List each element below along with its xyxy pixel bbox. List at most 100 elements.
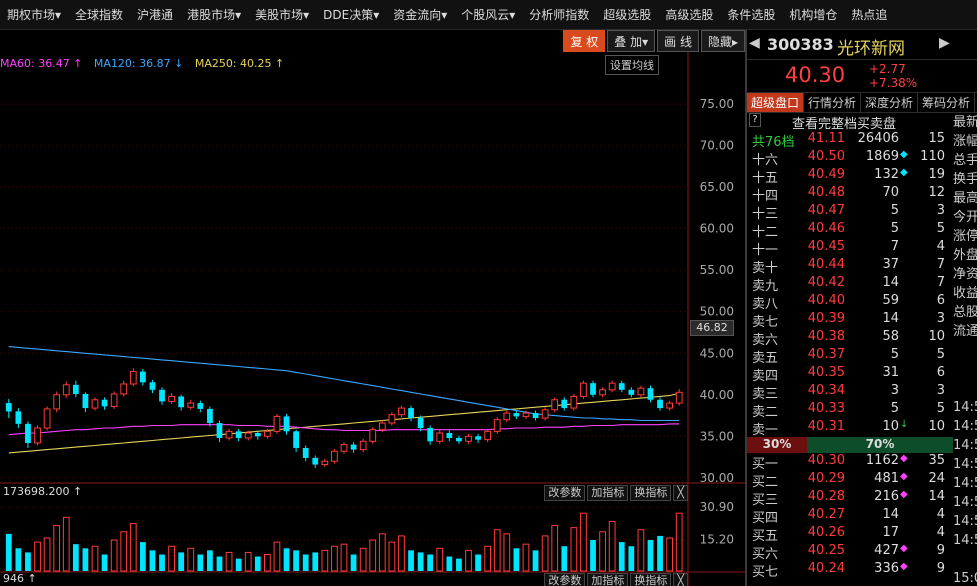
level-marker-icon: ↓: [900, 419, 909, 430]
volume-bar: [283, 548, 290, 571]
ma-settings-button[interactable]: 设置均线: [605, 55, 659, 75]
edit-params-button[interactable]: 改参数: [544, 573, 586, 586]
bid-level-row[interactable]: 买二 40.29 481 ◆ 24: [747, 471, 953, 490]
level-label: 十六: [752, 153, 779, 168]
indicator2-buttons: 改参数 加指标 换指标 ╳: [542, 573, 688, 586]
full-depth-link[interactable]: 查看完整档买卖盘: [792, 113, 896, 132]
edit-params-button[interactable]: 改参数: [544, 485, 586, 501]
nav-item[interactable]: 沪港通: [130, 6, 180, 23]
level-price: 40.45: [807, 239, 845, 254]
ask-level-row[interactable]: 卖一 40.31 10 ↓ 10: [747, 419, 953, 438]
overlay-button[interactable]: 叠 加▾: [607, 30, 656, 52]
tab-chip-analysis[interactable]: 筹码分析: [918, 93, 976, 112]
ask-level-row[interactable]: 卖二 40.33 5 5: [747, 401, 953, 420]
nav-item[interactable]: 全球指数: [68, 6, 130, 23]
close-icon[interactable]: ╳: [673, 573, 688, 586]
level-label: 买三: [752, 493, 779, 508]
ask-level-row[interactable]: 十六 40.50 1869 ◆ 110: [747, 149, 953, 168]
volume-bar: [331, 545, 338, 572]
level-volume: 427: [874, 543, 899, 558]
draw-line-button[interactable]: 画 线: [657, 30, 699, 52]
stat-label: 14:5: [953, 457, 977, 472]
add-indicator-button[interactable]: 加指标: [587, 573, 629, 586]
level-volume: 5: [890, 203, 899, 218]
bid-level-row[interactable]: 买三 40.28 216 ◆ 14: [747, 489, 953, 508]
candle-body: [216, 423, 223, 438]
nav-item[interactable]: 分析师指数: [522, 6, 596, 23]
tab-super-book[interactable]: 超级盘口: [747, 93, 805, 112]
tab-market-analysis[interactable]: 行情分析: [804, 93, 862, 112]
price-tick-label: 40.00: [700, 388, 734, 402]
prev-stock-icon[interactable]: ◀: [749, 35, 760, 51]
nav-item[interactable]: DDE决策▾: [316, 6, 386, 23]
nav-item[interactable]: 机构增仓: [782, 6, 844, 23]
bid-level-row[interactable]: 买六 40.25 427 ◆ 9: [747, 543, 953, 562]
volume-bar: [293, 550, 299, 571]
level-volume: 481: [874, 471, 899, 486]
nav-item[interactable]: 美股市场▾: [248, 6, 316, 23]
volume-bar: [168, 545, 175, 572]
order-book: ? 查看完整档买卖盘 共76档 41.11 26406 15 十六 40.50 18…: [747, 113, 953, 580]
stat-label: [953, 360, 977, 379]
nav-item[interactable]: 高级选股: [658, 6, 720, 23]
bid-level-row[interactable]: 买四 40.27 14 4: [747, 507, 953, 526]
ask-level-row[interactable]: 卖五 40.37 5 5: [747, 347, 953, 366]
ask-level-row[interactable]: 卖八 40.40 59 6: [747, 293, 953, 312]
close-icon[interactable]: ╳: [673, 485, 688, 501]
bid-level-row[interactable]: 买一 40.30 1162 ◆ 35: [747, 453, 953, 472]
ask-level-row[interactable]: 卖四 40.35 31 6: [747, 365, 953, 384]
switch-indicator-button[interactable]: 换指标: [630, 485, 672, 501]
nav-item[interactable]: 港股市场▾: [180, 6, 248, 23]
ask-level-row[interactable]: 卖七 40.39 14 3: [747, 311, 953, 330]
switch-indicator-button[interactable]: 换指标: [630, 573, 672, 586]
level-price: 40.26: [807, 525, 845, 540]
level-marker-icon: ◆: [900, 167, 908, 178]
candle-body: [465, 435, 472, 442]
next-stock-icon[interactable]: ▶: [939, 35, 950, 51]
nav-item[interactable]: 期权市场▾: [0, 6, 68, 23]
restore-button[interactable]: 复 权: [563, 30, 606, 52]
candle-body: [551, 399, 559, 411]
candle-body: [72, 384, 79, 394]
level-label: 卖五: [752, 351, 779, 366]
candle-body: [43, 408, 51, 429]
volume-header: 173698.200 ↑ 改参数 加指标 换指标 ╳: [0, 485, 688, 501]
ask-level-row[interactable]: 十二 40.46 5 5: [747, 221, 953, 240]
add-indicator-button[interactable]: 加指标: [587, 485, 629, 501]
nav-item[interactable]: 资金流向▾: [386, 6, 454, 23]
nav-item[interactable]: 热点追: [844, 6, 894, 23]
nav-item[interactable]: 条件选股: [720, 6, 782, 23]
hide-button[interactable]: 隐藏▸: [700, 30, 745, 52]
volume-bar: [532, 550, 539, 571]
ask-level-row[interactable]: 十五 40.49 132 ◆ 19: [747, 167, 953, 186]
order-book-total: 共76档 41.11 26406 15: [747, 131, 953, 150]
bid-level-row[interactable]: 买七 40.24 336 ◆ 9: [747, 561, 953, 580]
ask-level-row[interactable]: 卖十 40.44 37 7: [747, 257, 953, 276]
help-icon[interactable]: ?: [749, 113, 761, 127]
level-price: 40.27: [807, 507, 845, 522]
nav-item[interactable]: 超级选股: [596, 6, 658, 23]
level-label: 十四: [752, 189, 779, 204]
ask-level-row[interactable]: 卖九 40.42 14 7: [747, 275, 953, 294]
volume-bar: [599, 531, 606, 572]
level-count: 4: [936, 507, 945, 522]
ask-level-row[interactable]: 十四 40.48 70 12: [747, 185, 953, 204]
level-label: 十三: [752, 207, 779, 222]
level-volume: 5: [890, 401, 899, 416]
kline-chart[interactable]: 75.00 70.00 65.00 60.00 55.00 50.00 45.00 40.00…: [0, 30, 745, 586]
bid-level-row[interactable]: 买五 40.26 17 4: [747, 525, 953, 544]
ask-level-row[interactable]: 卖六 40.38 58 10: [747, 329, 953, 348]
volume-bar: [235, 558, 242, 571]
ask-level-row[interactable]: 十三 40.47 5 3: [747, 203, 953, 222]
candle-body: [541, 409, 549, 419]
stat-label: 收益: [953, 286, 977, 301]
nav-item[interactable]: 个股风云▾: [454, 6, 522, 23]
candle-body: [580, 382, 587, 397]
ask-level-row[interactable]: 十一 40.45 7 4: [747, 239, 953, 258]
last-price: 40.30: [785, 63, 846, 87]
tab-deep-analysis[interactable]: 深度分析: [861, 93, 919, 112]
volume-bar: [91, 545, 99, 572]
ask-level-row[interactable]: 卖三 40.34 3 3: [747, 383, 953, 402]
level-label: 卖六: [752, 333, 779, 348]
level-price: 40.25: [807, 543, 845, 558]
